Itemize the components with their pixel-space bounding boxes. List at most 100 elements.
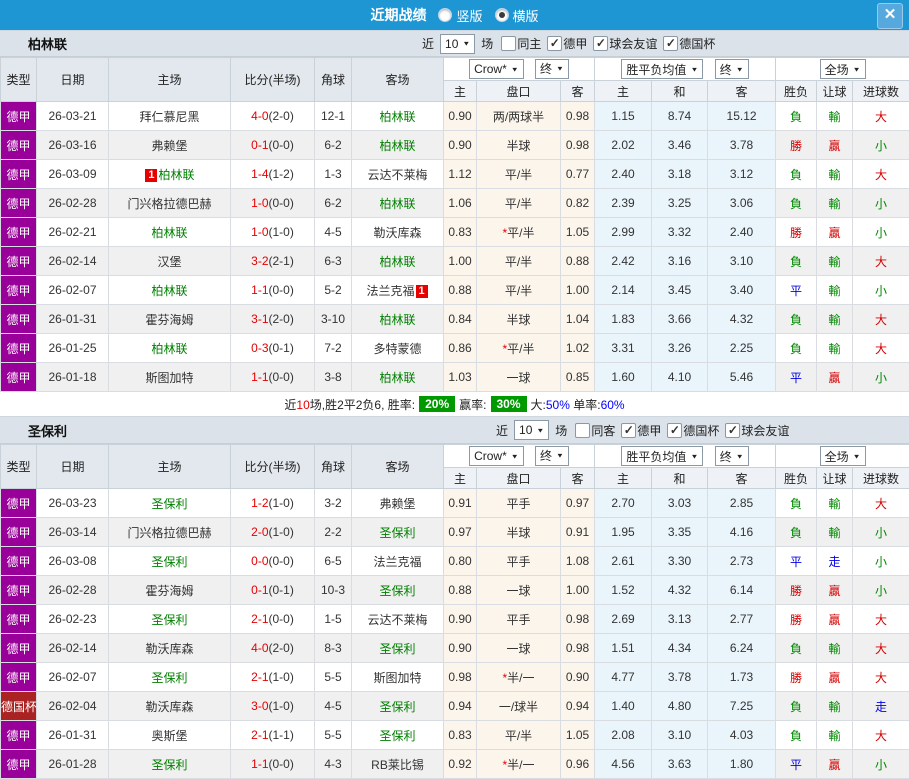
final-odds-select[interactable]: 终▼ (535, 59, 569, 79)
score-cell: 2-0(1-0) (231, 518, 315, 547)
avg-away-odds: 15.12 (708, 102, 776, 131)
match-date: 26-02-28 (37, 189, 109, 218)
handicap-home-odds: 1.03 (444, 363, 477, 392)
fulltime-score: 1-4 (251, 167, 268, 181)
avg-home-odds: 3.31 (595, 334, 652, 363)
final-odds-select[interactable]: 终▼ (535, 446, 569, 466)
team-name: 勒沃库森 (373, 226, 421, 240)
filter-checkbox[interactable]: ✓ (663, 36, 678, 51)
col-home: 主场 (109, 445, 231, 489)
col-odds-home: 主 (444, 81, 477, 102)
scope-select[interactable]: 全场▼ (820, 446, 866, 466)
result-cell: 平 (776, 547, 817, 576)
goals-result-cell: 小 (853, 189, 909, 218)
filter-checkbox[interactable]: ✓ (725, 423, 740, 438)
match-date: 26-03-09 (37, 160, 109, 189)
league-type-badge: 德甲 (1, 247, 37, 276)
match-row: 德甲26-03-16弗赖堡0-1(0-0)6-2柏林联0.90半球0.982.0… (1, 131, 909, 160)
league-type-badge: 德甲 (1, 721, 37, 750)
handicap-home-odds: 0.97 (444, 518, 477, 547)
close-icon[interactable]: ✕ (877, 3, 903, 29)
match-date: 26-02-21 (37, 218, 109, 247)
home-team-cell: 汉堡 (109, 247, 231, 276)
radio-vertical-label[interactable]: 竖版 (456, 6, 482, 25)
avg-away-odds: 3.40 (708, 276, 776, 305)
filter-controls: 近 10 ▼ 场 同客✓德甲✓德国杯✓球会友谊 (494, 420, 789, 440)
score-cell: 1-4(1-2) (231, 160, 315, 189)
score-cell: 0-3(0-1) (231, 334, 315, 363)
filter-checkbox[interactable]: ✓ (621, 423, 636, 438)
radio-vertical-layout[interactable] (438, 8, 452, 22)
score-cell: 1-1(0-0) (231, 276, 315, 305)
halftime-score: (0-0) (269, 283, 294, 297)
match-date: 26-02-07 (37, 276, 109, 305)
chevron-down-icon: ▼ (736, 452, 744, 459)
score-cell: 1-2(1-0) (231, 489, 315, 518)
goals-result-cell: 大 (853, 305, 909, 334)
handicap-result-cell: 輸 (817, 518, 853, 547)
match-row: 德甲26-02-07柏林联1-1(0-0)5-2法兰克福10.88平/半1.00… (1, 276, 909, 305)
col-away: 客场 (352, 58, 444, 102)
league-type-badge: 德甲 (1, 363, 37, 392)
avg-away-odds: 1.73 (708, 663, 776, 692)
berlin-matches-table: 类型 日期 主场 比分(半场) 角球 客场 Crow*▼ 终▼ 胜平负均值▼ 终… (0, 57, 909, 392)
league-type-badge: 德甲 (1, 131, 37, 160)
avg-draw-odds: 3.10 (652, 721, 708, 750)
filter-checkbox[interactable] (501, 36, 516, 51)
handicap-result-cell: 輸 (817, 247, 853, 276)
avg-home-odds: 2.39 (595, 189, 652, 218)
filter-checkbox[interactable] (575, 423, 590, 438)
filter-checkbox[interactable]: ✓ (667, 423, 682, 438)
match-date: 26-01-25 (37, 334, 109, 363)
col-avg-home: 主 (595, 468, 652, 489)
chevron-down-icon: ▼ (462, 40, 470, 47)
filter-checkbox[interactable]: ✓ (593, 36, 608, 51)
radio-horizontal-layout[interactable] (495, 8, 509, 22)
handicap-home-odds: 0.90 (444, 605, 477, 634)
goals-result-cell: 大 (853, 605, 909, 634)
match-count-select[interactable]: 10 ▼ (514, 420, 549, 440)
col-date: 日期 (37, 445, 109, 489)
halftime-score: (1-0) (269, 670, 294, 684)
match-row: 德甲26-02-14汉堡3-2(2-1)6-3柏林联1.00平/半0.882.4… (1, 247, 909, 276)
avg-away-odds: 2.73 (708, 547, 776, 576)
match-date: 26-02-14 (37, 634, 109, 663)
final-avg-select[interactable]: 终▼ (715, 446, 749, 466)
handicap-home-odds: 1.12 (444, 160, 477, 189)
goals-result-cell: 大 (853, 102, 909, 131)
filter-checkbox[interactable]: ✓ (547, 36, 562, 51)
handicap-home-odds: 0.90 (444, 102, 477, 131)
result-cell: 負 (776, 305, 817, 334)
team-name: 多特蒙德 (373, 342, 421, 356)
corner-cell: 7-2 (315, 334, 352, 363)
crown-odds-select[interactable]: Crow*▼ (469, 446, 524, 466)
fulltime-score: 0-0 (251, 554, 268, 568)
match-count-select[interactable]: 10 ▼ (440, 34, 475, 54)
home-team-cell: 勒沃库森 (109, 692, 231, 721)
handicap-home-odds: 0.90 (444, 634, 477, 663)
near-label: 近 (422, 35, 434, 52)
corner-cell: 2-2 (315, 518, 352, 547)
handicap-away-odds: 0.91 (561, 518, 595, 547)
team-name: 圣保利 (379, 642, 415, 656)
radio-horizontal-label[interactable]: 横版 (513, 6, 539, 25)
matches-label: 场 (555, 422, 567, 439)
league-type-badge: 德甲 (1, 218, 37, 247)
match-row: 德甲26-02-28门兴格拉德巴赫1-0(0-0)6-2柏林联1.06平/半0.… (1, 189, 909, 218)
col-odds-away: 客 (561, 81, 595, 102)
final-avg-select[interactable]: 终▼ (715, 59, 749, 79)
away-team-cell: 多特蒙德 (352, 334, 444, 363)
avg-away-odds: 3.12 (708, 160, 776, 189)
win-rate-label: 胜率: (388, 396, 415, 413)
avg-odds-select[interactable]: 胜平负均值▼ (621, 446, 703, 466)
fulltime-score: 1-1 (251, 757, 268, 771)
handicap-away-odds: 0.82 (561, 189, 595, 218)
scope-select[interactable]: 全场▼ (820, 59, 866, 79)
avg-odds-select[interactable]: 胜平负均值▼ (621, 59, 703, 79)
crown-odds-select[interactable]: Crow*▼ (469, 59, 524, 79)
handicap-result-cell: 輸 (817, 334, 853, 363)
halftime-score: (1-0) (269, 225, 294, 239)
handicap-result-cell: 輸 (817, 489, 853, 518)
handicap-line: 平手 (477, 547, 561, 576)
handicap-home-odds: 0.94 (444, 692, 477, 721)
